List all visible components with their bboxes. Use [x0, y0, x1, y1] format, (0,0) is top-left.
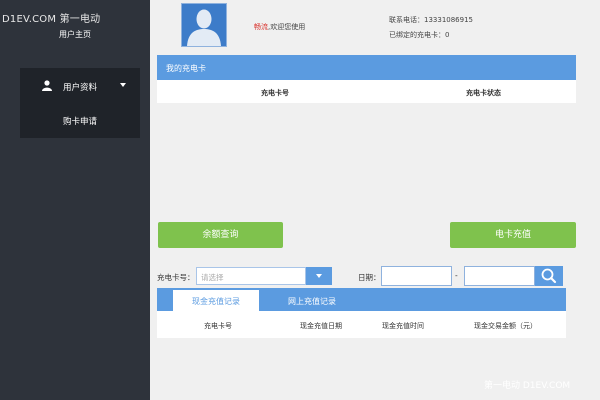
- date-separator: -: [455, 271, 458, 280]
- start-date-input[interactable]: [381, 266, 452, 286]
- user-name: 畅流: [254, 23, 268, 31]
- chevron-down-icon: [316, 274, 322, 278]
- records-tab-bar: 现金充值记录 网上充值记录: [157, 288, 566, 311]
- welcome-text: ,欢迎您使用: [268, 23, 306, 31]
- end-date-input[interactable]: [464, 266, 535, 286]
- sidebar-item-label: 购卡申请: [63, 117, 98, 127]
- card-number-select[interactable]: 请选择: [196, 267, 306, 285]
- column-header-card-status: 充电卡状态: [466, 89, 501, 97]
- balance-query-button[interactable]: 余额查询: [158, 222, 283, 248]
- sidebar-item-label: 用户资料: [63, 83, 98, 93]
- card-number-label: 充电卡号：: [157, 273, 195, 282]
- sidebar-item-card-application[interactable]: 购卡申请: [20, 109, 140, 129]
- user-silhouette-icon: [187, 9, 221, 46]
- bound-card-count: 已绑定的充电卡：0: [389, 31, 450, 39]
- tab-cash-recharge-records[interactable]: 现金充值记录: [173, 290, 259, 311]
- sidebar-header: D1EV.COM 第一电动 用户主页: [0, 0, 150, 44]
- card-recharge-button[interactable]: 电卡充值: [450, 222, 576, 248]
- column-header-card-number: 充电卡号: [261, 89, 289, 97]
- sidebar: D1EV.COM 第一电动 用户主页 用户资料 购卡申请: [0, 0, 150, 400]
- my-cards-title: 我的充电卡: [166, 64, 206, 73]
- column-header-cash-time: 现金充值时间: [382, 322, 424, 330]
- date-label: 日期：: [358, 273, 381, 282]
- watermark-top-left: D1EV.COM 第一电动: [2, 14, 101, 25]
- contact-phone: 联系电话：13331086915: [389, 16, 473, 24]
- my-cards-table-header: 充电卡号 充电卡状态: [157, 80, 576, 103]
- search-icon: [541, 268, 557, 284]
- welcome-message: 畅流,欢迎您使用: [254, 22, 305, 32]
- tab-label: 现金充值记录: [192, 297, 240, 306]
- column-header-cash-amount: 现金交易金额（元）: [474, 322, 537, 330]
- search-button[interactable]: [535, 266, 563, 286]
- user-icon: [42, 80, 52, 91]
- dropdown-toggle[interactable]: [306, 267, 332, 285]
- my-cards-header: 我的充电卡: [157, 55, 576, 80]
- caret-down-icon: [120, 83, 126, 87]
- column-header-card-number: 充电卡号: [204, 322, 232, 330]
- sidebar-menu: 用户资料 购卡申请: [20, 68, 140, 138]
- card-select-placeholder: 请选择: [201, 273, 224, 282]
- watermark-bottom-right: 第一电动 D1EV.COM: [484, 381, 571, 391]
- avatar: [181, 3, 227, 47]
- column-header-cash-date: 现金充值日期: [300, 322, 342, 330]
- sidebar-item-user-profile[interactable]: 用户资料: [20, 74, 140, 96]
- tab-online-recharge-records[interactable]: 网上充值记录: [288, 296, 336, 307]
- user-home-link[interactable]: 用户主页: [0, 29, 150, 40]
- records-table-header: 充电卡号 现金充值日期 现金充值时间 现金交易金额（元）: [157, 311, 566, 338]
